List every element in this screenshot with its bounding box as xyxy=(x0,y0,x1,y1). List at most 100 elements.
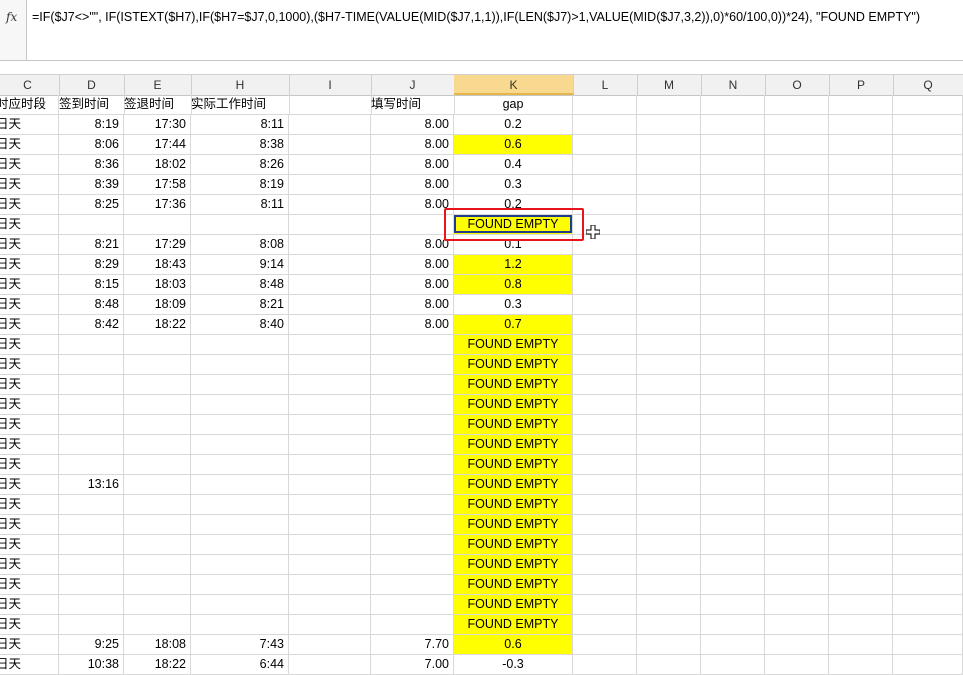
cell-l[interactable] xyxy=(573,635,637,655)
cell-q[interactable] xyxy=(893,255,963,275)
cell-o[interactable] xyxy=(765,135,829,155)
cell-m[interactable] xyxy=(637,295,701,315)
cell-j[interactable] xyxy=(371,215,454,235)
cell-j[interactable] xyxy=(371,595,454,615)
cell-p[interactable] xyxy=(829,95,893,115)
cell-c[interactable]: 日天 xyxy=(0,135,59,155)
cell-p[interactable] xyxy=(829,535,893,555)
cell-m[interactable] xyxy=(637,495,701,515)
cell-h[interactable] xyxy=(191,335,289,355)
cell-d[interactable] xyxy=(59,455,124,475)
cell-d[interactable]: 签到时间 xyxy=(59,95,125,115)
cell-e[interactable]: 17:29 xyxy=(124,235,191,255)
cell-k[interactable]: 0.3 xyxy=(454,295,573,315)
cell-d[interactable]: 8:25 xyxy=(59,195,124,215)
cell-k[interactable]: 0.6 xyxy=(454,635,573,655)
cell-p[interactable] xyxy=(829,355,893,375)
cell-e[interactable]: 18:22 xyxy=(124,315,191,335)
cell-c[interactable]: 日天 xyxy=(0,355,59,375)
cell-n[interactable] xyxy=(701,655,765,675)
cell-h[interactable] xyxy=(191,395,289,415)
cell-o[interactable] xyxy=(765,375,829,395)
cell-o[interactable] xyxy=(765,455,829,475)
cell-m[interactable] xyxy=(637,435,701,455)
cell-c[interactable]: 日天 xyxy=(0,195,59,215)
cell-i[interactable] xyxy=(289,215,371,235)
cell-c[interactable]: 日天 xyxy=(0,555,59,575)
cell-n[interactable] xyxy=(701,215,765,235)
cell-m[interactable] xyxy=(637,235,701,255)
cell-j[interactable]: 8.00 xyxy=(371,135,454,155)
cell-p[interactable] xyxy=(829,115,893,135)
cell-p[interactable] xyxy=(829,255,893,275)
cell-i[interactable] xyxy=(289,575,371,595)
cell-j[interactable] xyxy=(371,455,454,475)
cell-h[interactable] xyxy=(191,535,289,555)
cell-i[interactable] xyxy=(289,495,371,515)
cell-l[interactable] xyxy=(573,155,637,175)
cell-o[interactable] xyxy=(765,275,829,295)
cell-o[interactable] xyxy=(765,495,829,515)
cell-c[interactable]: 日天 xyxy=(0,375,59,395)
cell-n[interactable] xyxy=(701,555,765,575)
cell-i[interactable] xyxy=(289,455,371,475)
cell-n[interactable] xyxy=(701,395,765,415)
cell-q[interactable] xyxy=(893,575,963,595)
cell-j[interactable]: 8.00 xyxy=(371,235,454,255)
cell-c[interactable]: 时应时段 xyxy=(0,95,59,115)
cell-d[interactable] xyxy=(59,215,124,235)
cell-c[interactable]: 日天 xyxy=(0,335,59,355)
cell-j[interactable]: 8.00 xyxy=(371,295,454,315)
cell-q[interactable] xyxy=(893,555,963,575)
cell-q[interactable] xyxy=(893,195,963,215)
cell-p[interactable] xyxy=(829,295,893,315)
cell-e[interactable] xyxy=(124,535,191,555)
cell-e[interactable]: 18:22 xyxy=(124,655,191,675)
cell-l[interactable] xyxy=(573,655,637,675)
cell-c[interactable]: 日天 xyxy=(0,475,59,495)
cell-j[interactable] xyxy=(371,375,454,395)
cell-q[interactable] xyxy=(893,115,963,135)
cell-m[interactable] xyxy=(637,95,701,115)
cell-c[interactable]: 日天 xyxy=(0,315,59,335)
cell-h[interactable]: 实际工作时间 xyxy=(191,95,290,115)
cell-p[interactable] xyxy=(829,515,893,535)
cell-p[interactable] xyxy=(829,235,893,255)
cell-k[interactable]: FOUND EMPTY xyxy=(454,555,573,575)
cell-o[interactable] xyxy=(765,555,829,575)
cell-c[interactable]: 日天 xyxy=(0,295,59,315)
cell-m[interactable] xyxy=(637,375,701,395)
cell-d[interactable]: 8:19 xyxy=(59,115,124,135)
cell-l[interactable] xyxy=(573,535,637,555)
cell-c[interactable]: 日天 xyxy=(0,615,59,635)
cell-h[interactable] xyxy=(191,415,289,435)
cell-m[interactable] xyxy=(637,155,701,175)
cell-e[interactable]: 18:03 xyxy=(124,275,191,295)
cell-i[interactable] xyxy=(289,435,371,455)
cell-l[interactable] xyxy=(573,515,637,535)
cell-l[interactable] xyxy=(573,475,637,495)
cell-k[interactable]: -0.3 xyxy=(454,655,573,675)
cell-o[interactable] xyxy=(765,575,829,595)
cell-p[interactable] xyxy=(829,375,893,395)
cell-k[interactable]: FOUND EMPTY xyxy=(454,535,573,555)
cell-m[interactable] xyxy=(637,575,701,595)
cell-h[interactable]: 8:40 xyxy=(191,315,289,335)
cell-l[interactable] xyxy=(573,395,637,415)
column-header-j[interactable]: J xyxy=(371,75,455,95)
cell-c[interactable]: 日天 xyxy=(0,515,59,535)
cell-q[interactable] xyxy=(893,375,963,395)
cell-q[interactable] xyxy=(893,315,963,335)
cell-j[interactable]: 8.00 xyxy=(371,115,454,135)
cell-m[interactable] xyxy=(637,475,701,495)
cell-l[interactable] xyxy=(573,315,637,335)
cell-h[interactable]: 8:38 xyxy=(191,135,289,155)
cell-n[interactable] xyxy=(701,515,765,535)
cell-n[interactable] xyxy=(701,455,765,475)
cell-l[interactable] xyxy=(573,575,637,595)
column-header-d[interactable]: D xyxy=(59,75,125,95)
cell-e[interactable] xyxy=(124,595,191,615)
cell-e[interactable] xyxy=(124,455,191,475)
cell-q[interactable] xyxy=(893,455,963,475)
cell-j[interactable] xyxy=(371,415,454,435)
